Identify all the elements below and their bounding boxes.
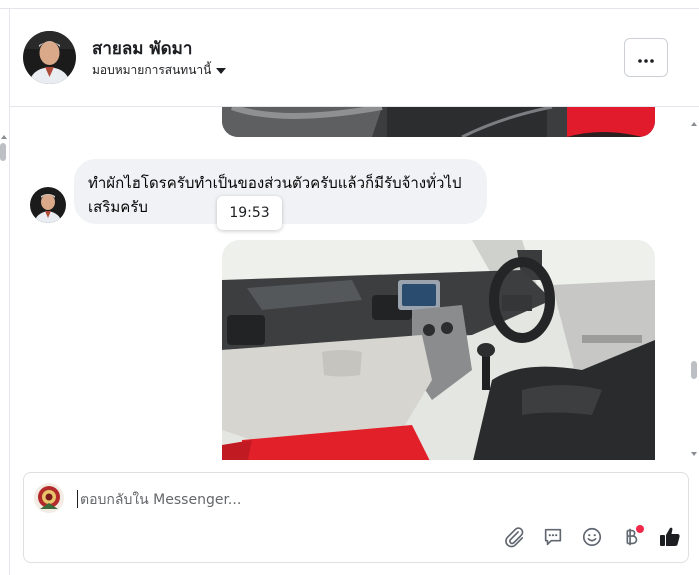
- composer-toolbar: [494, 525, 689, 553]
- more-options-icon: [638, 48, 654, 67]
- conversation-header: สายลม พัดมา มอบหมายการสนทนานี้: [10, 9, 699, 107]
- payment-button[interactable]: [611, 525, 650, 553]
- timestamp-tooltip: 19:53: [217, 196, 282, 230]
- assign-conversation-dropdown[interactable]: มอบหมายการสนทนานี้: [92, 61, 227, 80]
- emoji-button[interactable]: [572, 525, 611, 553]
- messenger-thread-panel: สายลม พัดมา มอบหมายการสนทนานี้ ทำผักไฮโด…: [0, 0, 699, 575]
- smiley-icon: [581, 526, 603, 552]
- scroll-down-arrow-icon[interactable]: [690, 443, 698, 456]
- scroll-up-arrow-icon[interactable]: [690, 113, 698, 126]
- paperclip-icon: [503, 526, 525, 552]
- shared-photo-car-interior[interactable]: [222, 240, 655, 460]
- contact-name[interactable]: สายลม พัดมา: [92, 35, 192, 62]
- saved-replies-button[interactable]: [533, 525, 572, 553]
- more-options-button[interactable]: [624, 38, 668, 77]
- page-avatar: [34, 483, 64, 513]
- notification-dot: [636, 525, 644, 533]
- right-scrollbar-thumb[interactable]: [691, 361, 697, 379]
- text-caret: [77, 490, 78, 508]
- reply-composer: ตอบกลับใน Messenger...: [23, 472, 689, 563]
- contact-avatar[interactable]: [23, 31, 76, 84]
- left-scrollbar-thumb[interactable]: [0, 143, 6, 161]
- thumbs-up-icon: [658, 525, 682, 553]
- sender-avatar[interactable]: [30, 187, 66, 223]
- reply-input[interactable]: ตอบกลับใน Messenger...: [80, 489, 640, 511]
- message-list: ทำผักไฮโดรครับทำเป็นของส่วนตัวครับแล้วก็…: [10, 107, 689, 460]
- caret-down-icon: [215, 64, 227, 78]
- shared-photo-previous[interactable]: [222, 107, 655, 137]
- scroll-up-arrow-icon[interactable]: [0, 126, 8, 139]
- assign-conversation-label: มอบหมายการสนทนานี้: [92, 63, 212, 77]
- chat-bubble-icon: [542, 526, 564, 552]
- like-button[interactable]: [650, 525, 689, 553]
- attach-button[interactable]: [494, 525, 533, 553]
